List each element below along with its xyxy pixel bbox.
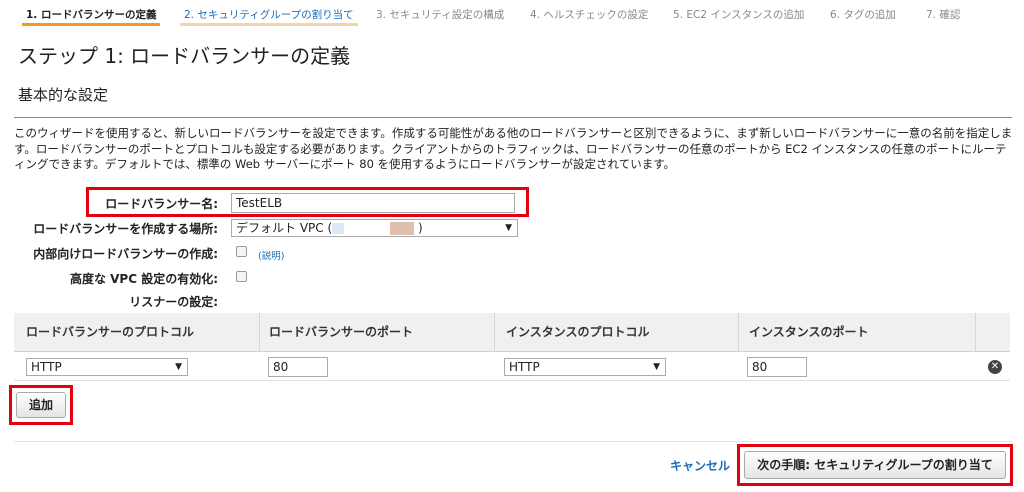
advanced-vpc-label: 高度な VPC 設定の有効化: xyxy=(69,272,218,286)
lb-port-input[interactable] xyxy=(268,357,328,377)
lb-protocol-select[interactable]: HTTP ▼ xyxy=(26,358,188,376)
tab-step-6[interactable]: 6. タグの追加 xyxy=(826,4,900,26)
tab-step-7[interactable]: 7. 確認 xyxy=(922,4,964,26)
add-listener-button[interactable]: 追加 xyxy=(16,392,66,418)
col-lb-protocol: ロードバランサーのプロトコル xyxy=(26,325,195,339)
chevron-down-icon: ▼ xyxy=(175,362,182,372)
redacted-block xyxy=(332,223,344,234)
instance-protocol-value: HTTP xyxy=(509,360,540,374)
name-label: ロードバランサー名: xyxy=(105,197,218,211)
page-title: ステップ 1: ロードバランサーの定義 xyxy=(18,44,351,68)
internal-lb-help-link[interactable]: (説明) xyxy=(258,248,284,262)
listeners-table-header: ロードバランサーのプロトコル ロードバランサーのポート インスタンスのプロトコル… xyxy=(14,313,1010,352)
internal-lb-checkbox[interactable] xyxy=(236,246,247,257)
tab-step-1[interactable]: 1. ロードバランサーの定義 xyxy=(22,4,161,26)
listeners-table: ロードバランサーのプロトコル ロードバランサーのポート インスタンスのプロトコル… xyxy=(14,313,1010,381)
section-divider xyxy=(14,117,1012,118)
chevron-down-icon: ▼ xyxy=(653,362,660,372)
column-divider xyxy=(259,313,260,352)
instance-port-input[interactable] xyxy=(747,357,807,377)
lb-protocol-value: HTTP xyxy=(31,360,62,374)
instance-protocol-select[interactable]: HTTP ▼ xyxy=(504,358,666,376)
next-step-button[interactable]: 次の手順: セキュリティグループの割り当て xyxy=(744,451,1006,479)
column-divider xyxy=(975,313,976,352)
location-select[interactable]: デフォルト VPC ( ) ▼ xyxy=(231,219,518,237)
tab-step-3[interactable]: 3. セキュリティ設定の構成 xyxy=(372,4,508,26)
tab-step-2[interactable]: 2. セキュリティグループの割り当て xyxy=(180,4,358,26)
location-select-value: デフォルト VPC ( xyxy=(236,221,333,235)
listeners-label: リスナーの設定: xyxy=(129,295,218,309)
internal-lb-label: 内部向けロードバランサーの作成: xyxy=(33,247,218,261)
redacted-block xyxy=(390,222,414,235)
location-select-value-end: ) xyxy=(418,221,423,235)
tab-step-5[interactable]: 5. EC2 インスタンスの追加 xyxy=(669,4,808,26)
table-row: HTTP ▼ HTTP ▼ ✕ xyxy=(14,353,1010,381)
col-lb-port: ロードバランサーのポート xyxy=(269,325,414,339)
cancel-link[interactable]: キャンセル xyxy=(670,457,730,474)
col-instance-port: インスタンスのポート xyxy=(749,325,869,339)
advanced-vpc-checkbox[interactable] xyxy=(236,271,247,282)
column-divider xyxy=(494,313,495,352)
close-circle-icon[interactable]: ✕ xyxy=(988,360,1002,374)
wizard-steps: 1. ロードバランサーの定義 2. セキュリティグループの割り当て 3. セキュ… xyxy=(0,0,1024,30)
location-label: ロードバランサーを作成する場所: xyxy=(33,222,218,236)
load-balancer-name-input[interactable] xyxy=(231,193,515,213)
wizard-description: このウィザードを使用すると、新しいロードバランサーを設定できます。作成する可能性… xyxy=(14,126,1013,171)
footer-divider xyxy=(14,441,1012,442)
section-title: 基本的な設定 xyxy=(18,86,109,104)
tab-step-4[interactable]: 4. ヘルスチェックの設定 xyxy=(526,4,652,26)
col-instance-protocol: インスタンスのプロトコル xyxy=(506,325,650,339)
chevron-down-icon: ▼ xyxy=(505,223,512,233)
column-divider xyxy=(738,313,739,352)
